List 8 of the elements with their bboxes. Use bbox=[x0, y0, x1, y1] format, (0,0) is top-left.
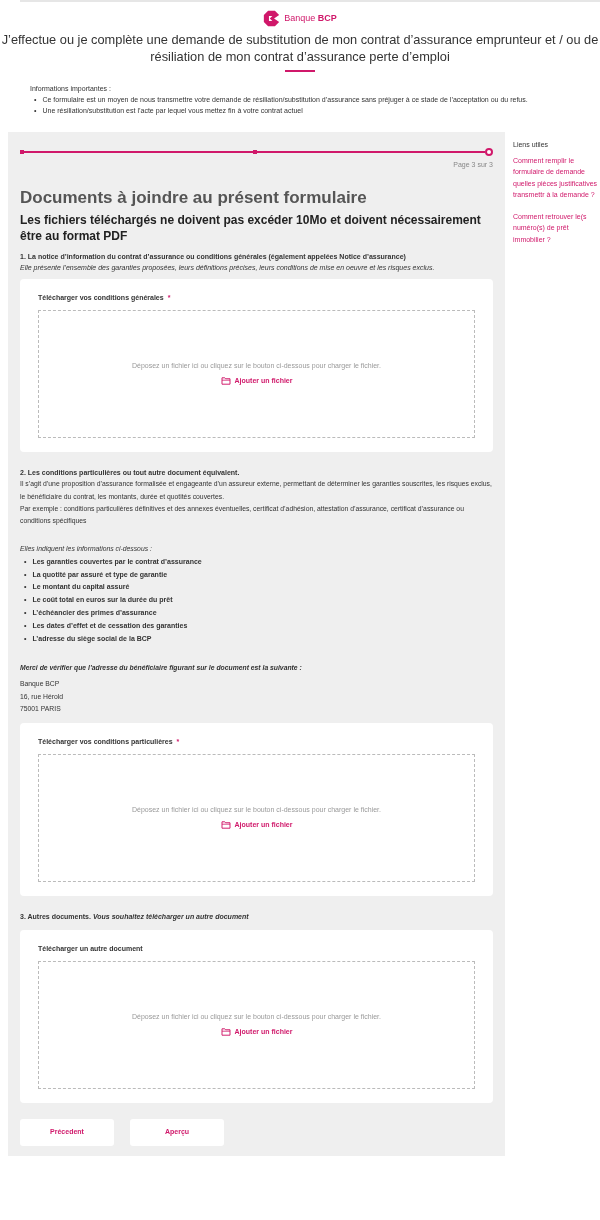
logo-icon bbox=[263, 10, 281, 27]
folder-icon bbox=[220, 820, 231, 829]
section-subheading: Les fichiers téléchargés ne doivent pas excéder 10Mo et doivent nécessairement être au format PDF bbox=[20, 212, 482, 245]
page-title: J’effectue ou je complète une demande de substitution de mon contrat d’assurance emprunteur et / ou de résiliation de mon contrat d’assurance perte d’emploi bbox=[0, 31, 600, 66]
folder-icon bbox=[220, 1027, 231, 1036]
folder-icon bbox=[220, 377, 231, 386]
section-heading: Documents à joindre au présent formulaire bbox=[20, 186, 368, 209]
logo-text: Banque BCP bbox=[284, 11, 337, 25]
